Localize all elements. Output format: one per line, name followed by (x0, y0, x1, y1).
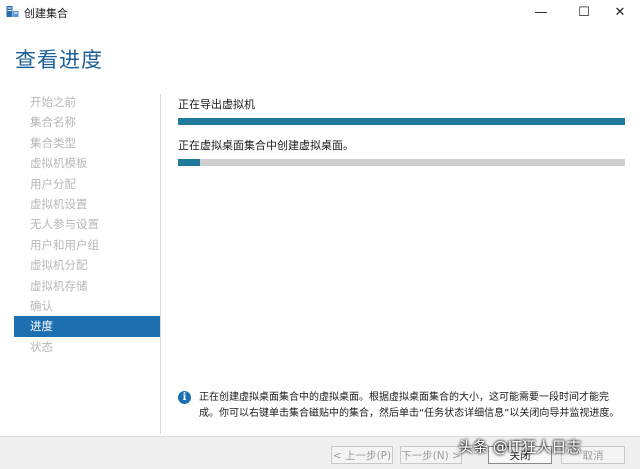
title-bar: 创建集合 — ☐ ✕ (0, 0, 640, 24)
task-create-virtual-desktops: 正在虚拟桌面集合中创建虚拟桌面。 (178, 137, 625, 166)
nav-step-progress: 进度 (14, 316, 160, 337)
cancel-button[interactable]: 取消 (561, 446, 625, 464)
close-button[interactable]: 关闭 (488, 446, 552, 464)
progress-fill (178, 159, 201, 166)
task-label: 正在导出虚拟机 (178, 98, 255, 111)
nav-step-user-assignment: 用户分配 (30, 176, 76, 191)
nav-step-confirmation: 确认 (30, 298, 53, 313)
next-button[interactable]: 下一步(N) > (400, 446, 462, 464)
nav-step-vm-template: 虚拟机模板 (30, 156, 88, 171)
task-export-vm: 正在导出虚拟机 (178, 96, 625, 125)
nav-step-collection-name: 集合名称 (30, 115, 76, 130)
close-window-button[interactable]: ✕ (600, 0, 640, 24)
page-title: 查看进度 (15, 48, 103, 72)
nav-step-vm-storage: 虚拟机存储 (30, 278, 88, 293)
server-manager-icon (6, 6, 19, 17)
previous-button[interactable]: < 上一步(P) (331, 446, 393, 464)
window-title: 创建集合 (24, 7, 68, 20)
info-icon: i (178, 391, 191, 404)
nav-step-before-you-begin: 开始之前 (30, 95, 76, 109)
info-text: 正在创建虚拟桌面集合中的虚拟桌面。根据虚拟桌面集合的大小，这可能需要一段时间才能… (199, 392, 620, 419)
nav-step-users-and-groups: 用户和用户组 (30, 237, 99, 252)
nav-step-vm-settings: 虚拟机设置 (30, 196, 88, 211)
wizard-steps-nav: 开始之前 集合名称 集合类型 虚拟机模板 用户分配 虚拟机设置 无人参与设置 用… (14, 92, 160, 357)
progress-bar (178, 159, 625, 166)
task-label: 正在虚拟桌面集合中创建虚拟桌面。 (178, 139, 354, 152)
progress-bar (178, 118, 625, 125)
nav-step-vm-allocation: 虚拟机分配 (30, 258, 88, 273)
progress-fill (178, 118, 625, 125)
nav-step-collection-type: 集合类型 (30, 135, 76, 150)
minimize-button[interactable]: — (521, 0, 561, 24)
nav-step-unattended-settings: 无人参与设置 (30, 217, 99, 232)
nav-step-status: 状态 (30, 339, 53, 354)
nav-divider (160, 94, 161, 434)
maximize-button[interactable]: ☐ (564, 0, 604, 24)
